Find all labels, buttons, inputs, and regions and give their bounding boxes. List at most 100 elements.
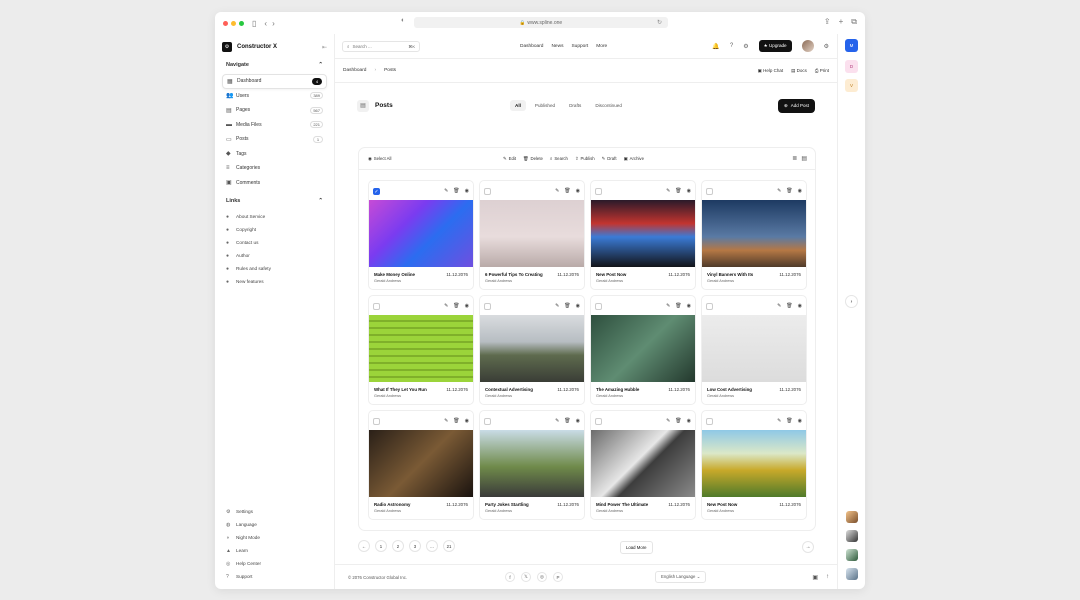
post-title[interactable]: 6 Powerful Tips To Creating — [485, 272, 543, 277]
edit-icon[interactable]: ✎ — [555, 188, 559, 194]
select-all-button[interactable]: ◉ Select All — [368, 156, 391, 162]
eye-icon[interactable]: ◉ — [576, 418, 580, 424]
bell-icon[interactable]: 🔔 — [712, 43, 719, 50]
trash-icon[interactable]: 🗑 — [786, 418, 792, 424]
eye-icon[interactable]: ◉ — [465, 303, 469, 309]
post-card[interactable]: ✎ 🗑 ◉ Mind Power The Ultimate 11.12.2076 Ge… — [590, 410, 696, 520]
trash-icon[interactable]: 🗑 — [675, 303, 681, 309]
chat-icon[interactable]: ▣ — [812, 574, 818, 581]
trash-icon[interactable]: 🗑 — [675, 188, 681, 194]
post-title[interactable]: Mind Power The Ultimate — [596, 502, 648, 507]
scroll-top-icon[interactable]: ↑ — [826, 574, 829, 581]
post-card[interactable]: ✎ 🗑 ◉ Vinyl Banners With Its 11.12.2076 Ger… — [701, 180, 807, 290]
eye-icon[interactable]: ◉ — [465, 418, 469, 424]
sidebar-item-comments[interactable]: ▣ Comments — [222, 176, 327, 191]
shield-icon[interactable]: ◐ — [401, 17, 405, 24]
prev-page-button[interactable]: ← — [358, 540, 370, 552]
sidebar-item-pages[interactable]: ▤ Pages 567 — [222, 103, 327, 118]
trash-icon[interactable]: 🗑 — [453, 418, 459, 424]
post-image[interactable] — [369, 200, 473, 267]
edit-icon[interactable]: ✎ — [666, 303, 670, 309]
workspace-m[interactable]: M — [845, 39, 858, 52]
back-icon[interactable]: ‹ — [264, 19, 267, 28]
help-chat-button[interactable]: ▣ Help Chat — [758, 68, 784, 74]
search-button[interactable]: ⌕ Search — [550, 156, 568, 162]
edit-icon[interactable]: ✎ — [777, 188, 781, 194]
post-card[interactable]: ✎ 🗑 ◉ New Post Now 11.12.2076 Gerald Andrew… — [590, 180, 696, 290]
post-checkbox[interactable] — [706, 302, 713, 310]
trash-icon[interactable]: 🗑 — [453, 303, 459, 309]
list-view-icon[interactable]: ≣ — [792, 155, 797, 162]
draft-button[interactable]: ✎ Draft — [602, 156, 617, 162]
sidebar-toggle-icon[interactable]: ▯ — [252, 19, 256, 28]
topnav-support[interactable]: Support — [571, 44, 588, 49]
docs-button[interactable]: ▤ Docs — [791, 68, 807, 74]
sidebar-bottom-help-center[interactable]: ◎ Help Center — [222, 557, 327, 570]
sidebar-link-contact-us[interactable]: ● Contact us — [222, 236, 327, 249]
post-title[interactable]: The Amazing Hubble — [596, 387, 639, 392]
post-title[interactable]: New Post Now — [596, 272, 626, 277]
post-checkbox[interactable] — [484, 417, 491, 425]
language-select[interactable]: English Language ⌄ — [655, 571, 707, 583]
post-checkbox[interactable] — [595, 417, 602, 425]
reload-icon[interactable]: ↻ — [657, 19, 662, 26]
edit-icon[interactable]: ✎ — [444, 303, 448, 309]
workspace-d[interactable]: D — [845, 60, 858, 73]
close-dot[interactable] — [223, 20, 228, 26]
pinterest-icon[interactable]: P — [553, 572, 563, 582]
post-title[interactable]: Vinyl Banners With Its — [707, 272, 753, 277]
sidebar-item-users[interactable]: 👥 Users 389 — [222, 89, 327, 104]
sidebar-item-media-files[interactable]: ▬ Media Files 221 — [222, 118, 327, 133]
page-number[interactable]: 3 — [409, 540, 421, 552]
add-post-button[interactable]: ⊕ Add Post — [777, 98, 815, 113]
edit-icon[interactable]: ✎ — [444, 418, 448, 424]
post-card[interactable]: ✎ 🗑 ◉ Radio Astronomy 11.12.2076 Gerald And… — [368, 410, 474, 520]
post-image[interactable] — [591, 200, 695, 267]
trash-icon[interactable]: 🗑 — [564, 418, 570, 424]
post-title[interactable]: Party Jokes Startling — [485, 502, 529, 507]
sidebar-item-categories[interactable]: ≡ Categories — [222, 161, 327, 176]
grid-view-icon[interactable]: ▤ — [801, 155, 807, 162]
trash-icon[interactable]: 🗑 — [453, 188, 459, 194]
post-checkbox[interactable] — [373, 417, 380, 425]
post-image[interactable] — [591, 315, 695, 382]
post-image[interactable] — [480, 315, 584, 382]
post-image[interactable] — [480, 430, 584, 497]
post-checkbox[interactable] — [373, 302, 380, 310]
instagram-icon[interactable]: ◎ — [537, 572, 547, 582]
sidebar-item-tags[interactable]: ◆ Tags — [222, 147, 327, 162]
topnav-dashboard[interactable]: Dashboard — [520, 44, 543, 49]
sidebar-link-author[interactable]: ● Author — [222, 249, 327, 262]
eye-icon[interactable]: ◉ — [687, 303, 691, 309]
search-input[interactable]: ⌕ Search ... ⌘K — [342, 40, 420, 52]
user-avatar-3[interactable] — [846, 549, 858, 561]
user-avatar-2[interactable] — [846, 530, 858, 542]
expand-rail-icon[interactable]: › — [845, 295, 858, 308]
post-title[interactable]: Radio Astronomy — [374, 502, 410, 507]
edit-icon[interactable]: ✎ — [666, 188, 670, 194]
chevron-up-icon[interactable]: ⌃ — [318, 198, 323, 204]
post-title[interactable]: Low Cost Advertising — [707, 387, 752, 392]
post-card[interactable]: ✎ 🗑 ◉ The Amazing Hubble 11.12.2076 Gerald … — [590, 295, 696, 405]
eye-icon[interactable]: ◉ — [798, 188, 802, 194]
sidebar-bottom-learn[interactable]: ▲ Learn — [222, 544, 327, 557]
eye-icon[interactable]: ◉ — [465, 188, 469, 194]
next-page-button[interactable]: → — [802, 541, 814, 553]
post-image[interactable] — [702, 315, 806, 382]
post-title[interactable]: Contextual Advertising — [485, 387, 533, 392]
post-image[interactable] — [369, 315, 473, 382]
post-checkbox[interactable] — [595, 187, 602, 195]
post-checkbox[interactable] — [595, 302, 602, 310]
post-card[interactable]: ✎ 🗑 ◉ Contextual Advertising 11.12.2076 Ger… — [479, 295, 585, 405]
sidebar-link-about-service[interactable]: ● About Service — [222, 210, 327, 223]
page-number[interactable]: 1 — [375, 540, 387, 552]
new-tab-icon[interactable]: + — [839, 17, 844, 27]
post-checkbox[interactable] — [706, 187, 713, 195]
post-title[interactable]: What If They Let You Run — [374, 387, 427, 392]
eye-icon[interactable]: ◉ — [798, 418, 802, 424]
sidebar-link-new-features[interactable]: ● New features — [222, 275, 327, 288]
chevron-up-icon[interactable]: ⌃ — [318, 62, 323, 68]
sidebar-link-copyright[interactable]: ● Copyright — [222, 223, 327, 236]
post-title[interactable]: Make Money Online — [374, 272, 415, 277]
eye-icon[interactable]: ◉ — [576, 303, 580, 309]
